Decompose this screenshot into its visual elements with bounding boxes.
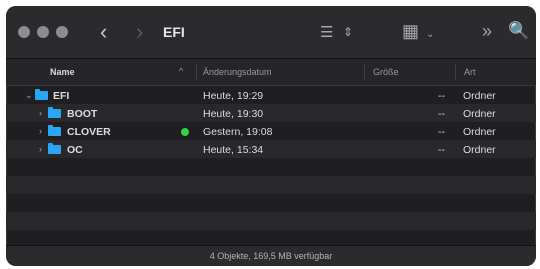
column-divider[interactable] <box>364 64 365 80</box>
list-view-icon[interactable]: ☰ <box>320 24 333 42</box>
folder-icon <box>35 89 48 100</box>
item-size: -- <box>438 90 445 102</box>
item-kind: Ordner <box>463 108 496 120</box>
column-kind[interactable]: Art <box>464 67 476 77</box>
item-name: OC <box>67 144 83 156</box>
minimize-window-button[interactable] <box>37 26 49 38</box>
column-divider[interactable] <box>455 64 456 80</box>
forward-icon[interactable]: › <box>136 21 143 43</box>
green-tag-icon <box>181 128 189 136</box>
item-name: BOOT <box>67 108 98 120</box>
column-size[interactable]: Größe <box>373 67 399 77</box>
sort-updown-icon[interactable]: ⇕ <box>343 23 353 41</box>
empty-row <box>6 194 536 212</box>
status-bar: 4 Objekte, 169,5 MB verfügbar <box>6 245 536 266</box>
more-toolbar-icon[interactable]: » <box>482 22 492 40</box>
column-divider[interactable] <box>196 64 197 80</box>
empty-row <box>6 158 536 176</box>
empty-row <box>6 212 536 230</box>
item-name: CLOVER <box>67 126 111 138</box>
list-item[interactable]: › OC Heute, 15:34 -- Ordner <box>6 140 536 158</box>
list-item[interactable]: ⌄ EFI Heute, 19:29 -- Ordner <box>6 86 536 104</box>
file-list: ⌄ EFI Heute, 19:29 -- Ordner › BOOT Heut… <box>6 86 536 246</box>
item-date: Heute, 19:29 <box>203 90 264 102</box>
folder-icon <box>48 107 61 118</box>
column-date-modified[interactable]: Änderungsdatum <box>203 67 272 77</box>
disclosure-collapsed-icon[interactable]: › <box>39 144 42 154</box>
sort-ascending-icon: ^ <box>179 66 184 76</box>
grid-view-icon[interactable]: ▦ <box>402 22 419 40</box>
item-kind: Ordner <box>463 144 496 156</box>
column-name[interactable]: Name <box>50 67 75 77</box>
item-kind: Ordner <box>463 126 496 138</box>
finder-window: ‹ › EFI ☰ ⇕ ▦ ⌄ » 🔍 Name ^ Änderungsdatu… <box>6 6 536 266</box>
list-item[interactable]: › CLOVER Gestern, 19:08 -- Ordner <box>6 122 536 140</box>
close-window-button[interactable] <box>18 26 30 38</box>
folder-icon <box>48 143 61 154</box>
toolbar: ‹ › EFI ☰ ⇕ ▦ ⌄ » 🔍 <box>6 6 536 59</box>
disclosure-collapsed-icon[interactable]: › <box>39 126 42 136</box>
disclosure-expanded-icon[interactable]: ⌄ <box>25 90 33 101</box>
disclosure-collapsed-icon[interactable]: › <box>39 108 42 118</box>
zoom-window-button[interactable] <box>56 26 68 38</box>
back-icon[interactable]: ‹ <box>100 21 107 43</box>
list-item[interactable]: › BOOT Heute, 19:30 -- Ordner <box>6 104 536 122</box>
search-icon[interactable]: 🔍 <box>508 22 529 40</box>
empty-row <box>6 176 536 194</box>
item-date: Heute, 15:34 <box>203 144 264 156</box>
item-date: Gestern, 19:08 <box>203 126 273 138</box>
folder-icon <box>48 125 61 136</box>
column-header: Name ^ Änderungsdatum Größe Art <box>6 59 536 86</box>
item-size: -- <box>438 144 445 156</box>
item-size: -- <box>438 108 445 120</box>
item-date: Heute, 19:30 <box>203 108 264 120</box>
chevron-down-icon[interactable]: ⌄ <box>426 26 434 44</box>
item-kind: Ordner <box>463 90 496 102</box>
item-name: EFI <box>53 90 70 102</box>
window-title: EFI <box>163 24 185 40</box>
item-size: -- <box>438 126 445 138</box>
